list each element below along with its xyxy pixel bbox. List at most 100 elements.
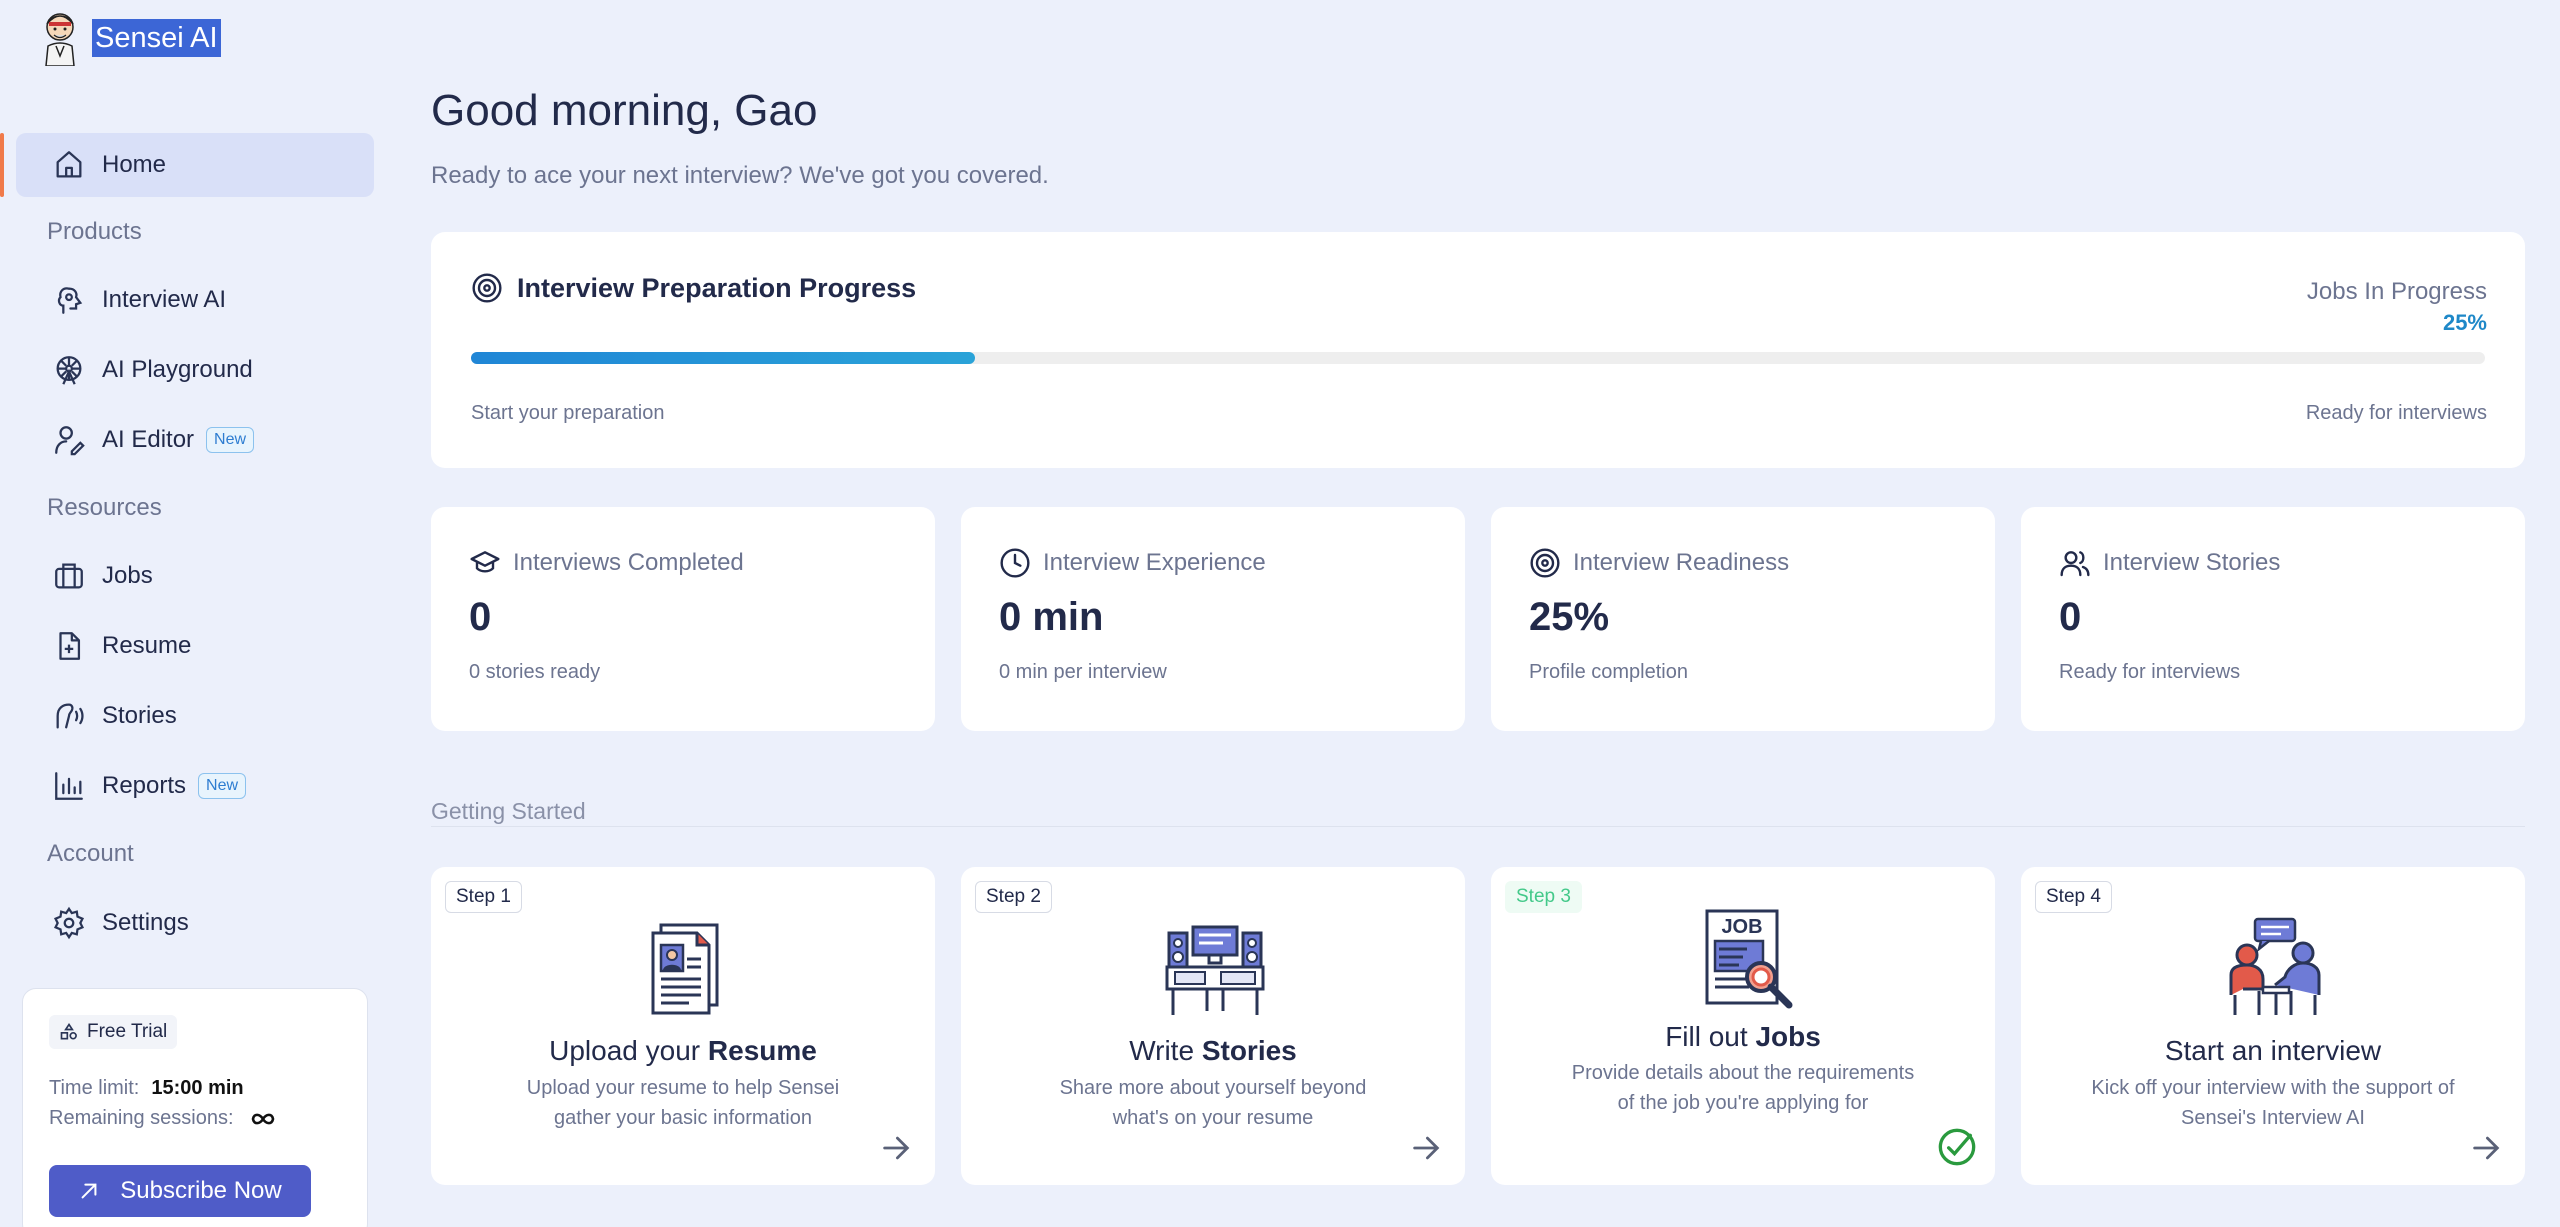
brand[interactable]: Sensei AI <box>38 10 221 66</box>
stat-card-interview-experience: Interview Experience 0 min 0 min per int… <box>961 507 1465 731</box>
stat-card-interview-stories: Interview Stories 0 Ready for interviews <box>2021 507 2525 731</box>
progress-track <box>471 352 2485 364</box>
step-title-text: Upload your <box>549 1035 708 1066</box>
sidebar-item-ai-editor[interactable]: AI Editor New <box>16 408 374 472</box>
progress-fill <box>471 352 975 364</box>
sensei-avatar-icon <box>45 13 75 66</box>
interview-meeting-icon <box>2229 917 2321 1015</box>
step-card-fill-out-jobs[interactable]: Step 3 JOB Fill out Jobs Provide details… <box>1491 867 1995 1185</box>
bar-chart-icon <box>55 772 83 800</box>
step-card-write-stories[interactable]: Step 2 Write Stories Share more about yo… <box>961 867 1465 1185</box>
ferris-wheel-icon <box>56 356 82 385</box>
step-title-text: Start an interview <box>2164 1035 2382 1066</box>
stat-label: Interview Experience <box>999 547 1266 579</box>
free-trial-card: Free Trial Time limit: 15:00 min Remaini… <box>22 988 368 1227</box>
sidebar-item-home[interactable]: Home <box>16 133 374 197</box>
step-title: Fill out Jobs <box>1491 1021 1995 1053</box>
step-card-start-interview[interactable]: Step 4 Start an interview Kick off your … <box>2021 867 2525 1185</box>
sidebar-item-ai-playground[interactable]: AI Playground <box>16 338 374 402</box>
sidebar-item-label: Jobs <box>102 562 153 589</box>
arrow-up-right-icon <box>81 1183 97 1199</box>
section-label-products: Products <box>47 218 142 245</box>
step-badge: Step 4 <box>2035 881 2112 913</box>
clock-icon <box>1000 548 1030 578</box>
resume-document-icon <box>651 923 719 1015</box>
step-title-bold: Jobs <box>1755 1021 1821 1052</box>
step-title-text: Fill out <box>1665 1021 1756 1052</box>
stat-value: 0 min <box>999 595 1104 639</box>
arrow-right-icon[interactable] <box>1409 1131 1443 1165</box>
sidebar-item-label: Settings <box>102 909 189 936</box>
subscribe-now-button[interactable]: Subscribe Now <box>49 1165 311 1217</box>
progress-end-label: Ready for interviews <box>2305 402 2487 424</box>
speech-icon <box>56 703 84 729</box>
file-plus-icon <box>59 632 81 660</box>
user-pen-icon <box>55 426 85 456</box>
section-label-account: Account <box>47 840 134 867</box>
stat-card-interviews-completed: Interviews Completed 0 0 stories ready <box>431 507 935 731</box>
sidebar-item-label: Stories <box>102 702 177 729</box>
sidebar-item-interview-ai[interactable]: Interview AI <box>16 268 374 332</box>
sidebar-item-jobs[interactable]: Jobs <box>16 544 374 608</box>
sidebar-item-label: Resume <box>102 632 192 659</box>
gear-icon <box>53 906 85 940</box>
sidebar-item-label: AI Playground <box>102 356 253 383</box>
infinity-icon <box>251 1113 274 1124</box>
time-limit-row: Time limit: 15:00 min <box>49 1077 244 1100</box>
job-search-icon: JOB <box>1705 909 1793 1009</box>
jobs-in-progress-label: Jobs In Progress <box>2306 278 2487 305</box>
sidebar-item-label: Home <box>102 151 167 178</box>
sidebar-item-resume[interactable]: Resume <box>16 614 374 678</box>
step-title-bold: Resume <box>707 1035 817 1066</box>
arrow-right-icon[interactable] <box>2469 1131 2503 1165</box>
sidebar-item-label: Reports <box>102 772 187 799</box>
progress-title-text: Interview Preparation Progress <box>517 272 917 303</box>
step-card-upload-resume[interactable]: Step 1 Upload your Resume Upload your re… <box>431 867 935 1185</box>
step-title: Start an interview <box>2021 1035 2525 1067</box>
sidebar-item-label: AI Editor <box>102 426 195 453</box>
page-subtitle: Ready to ace your next interview? We've … <box>431 162 1049 189</box>
step-title: Upload your Resume <box>431 1035 935 1067</box>
briefcase-icon <box>55 563 83 589</box>
stat-label-text: Interview Experience <box>1043 549 1266 576</box>
sidebar-item-stories[interactable]: Stories <box>16 684 374 748</box>
stat-subtext: 0 min per interview <box>999 661 1167 683</box>
divider <box>431 826 2525 827</box>
stat-card-interview-readiness: Interview Readiness 25% Profile completi… <box>1491 507 1995 731</box>
free-trial-badge: Free Trial <box>49 1015 178 1049</box>
remaining-sessions-row: Remaining sessions: <box>49 1107 278 1130</box>
stat-label: Interviews Completed <box>469 547 744 579</box>
arrow-right-icon[interactable] <box>879 1131 913 1165</box>
sidebar-item-reports[interactable]: Reports New <box>16 754 374 818</box>
stat-label: Interview Readiness <box>1529 547 1789 579</box>
progress-title: Interview Preparation Progress <box>471 272 916 304</box>
remaining-sessions-label: Remaining sessions: <box>49 1107 234 1129</box>
sidebar: Sensei AI Home Products Interview AI AI … <box>0 0 390 1227</box>
stat-label-text: Interview Stories <box>2103 549 2281 576</box>
shapes-icon <box>60 1022 77 1040</box>
step-description: Kick off your interview with the support… <box>2091 1077 2455 1129</box>
sidebar-item-label: Interview AI <box>102 286 227 313</box>
step-description: Share more about yourself beyond what's … <box>1059 1077 1367 1129</box>
stat-label-text: Interview Readiness <box>1573 549 1790 576</box>
progress-percent: 25% <box>2442 310 2487 335</box>
stat-value: 25% <box>1529 595 1610 639</box>
home-icon <box>56 151 82 178</box>
graduation-cap-icon <box>470 551 500 573</box>
stat-label-text: Interviews Completed <box>513 549 744 576</box>
studio-desk-icon <box>1165 925 1265 1015</box>
step-badge: Step 2 <box>975 881 1052 913</box>
target-icon <box>472 273 502 303</box>
check-circle-icon <box>1938 1128 1976 1166</box>
subscribe-label: Subscribe Now <box>120 1177 282 1204</box>
sidebar-item-settings[interactable]: Settings <box>16 891 374 955</box>
progress-start-label: Start your preparation <box>471 402 665 424</box>
step-badge: Step 1 <box>445 881 522 913</box>
step-title: Write Stories <box>961 1035 1465 1067</box>
section-label-resources: Resources <box>47 494 162 521</box>
step-description: Provide details about the requirements o… <box>1571 1062 1915 1114</box>
stat-subtext: 0 stories ready <box>469 661 601 683</box>
new-badge: New <box>198 773 247 799</box>
time-limit-value: 15:00 min <box>151 1077 244 1099</box>
new-badge: New <box>206 427 255 453</box>
